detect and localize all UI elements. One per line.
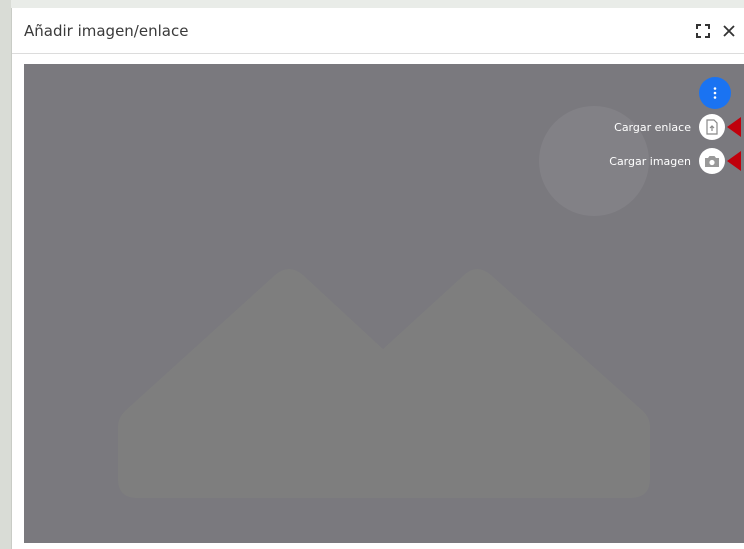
upload-file-icon xyxy=(706,119,718,135)
red-pointer-arrow-icon xyxy=(727,151,741,171)
upload-image-button[interactable] xyxy=(699,148,725,174)
dialog-header: Añadir imagen/enlace xyxy=(12,8,744,54)
close-icon xyxy=(723,25,735,37)
background-page-edge xyxy=(0,0,11,549)
upload-image-action: Cargar imagen xyxy=(609,147,741,175)
image-preview-area: Cargar enlace Cargar imagen xyxy=(24,64,744,543)
close-button[interactable] xyxy=(718,20,740,42)
dialog-title: Añadir imagen/enlace xyxy=(24,22,189,40)
expand-icon xyxy=(696,24,710,38)
add-image-link-dialog: Añadir imagen/enlace Cargar enlace Carga… xyxy=(11,8,744,549)
upload-link-button[interactable] xyxy=(699,114,725,140)
red-pointer-arrow-icon xyxy=(727,117,741,137)
upload-link-action: Cargar enlace xyxy=(614,113,741,141)
upload-link-label[interactable]: Cargar enlace xyxy=(614,121,691,134)
camera-icon xyxy=(705,156,719,167)
expand-button[interactable] xyxy=(692,20,714,42)
more-options-button[interactable] xyxy=(699,77,731,109)
more-vertical-icon xyxy=(713,87,717,99)
upload-image-label[interactable]: Cargar imagen xyxy=(609,155,691,168)
